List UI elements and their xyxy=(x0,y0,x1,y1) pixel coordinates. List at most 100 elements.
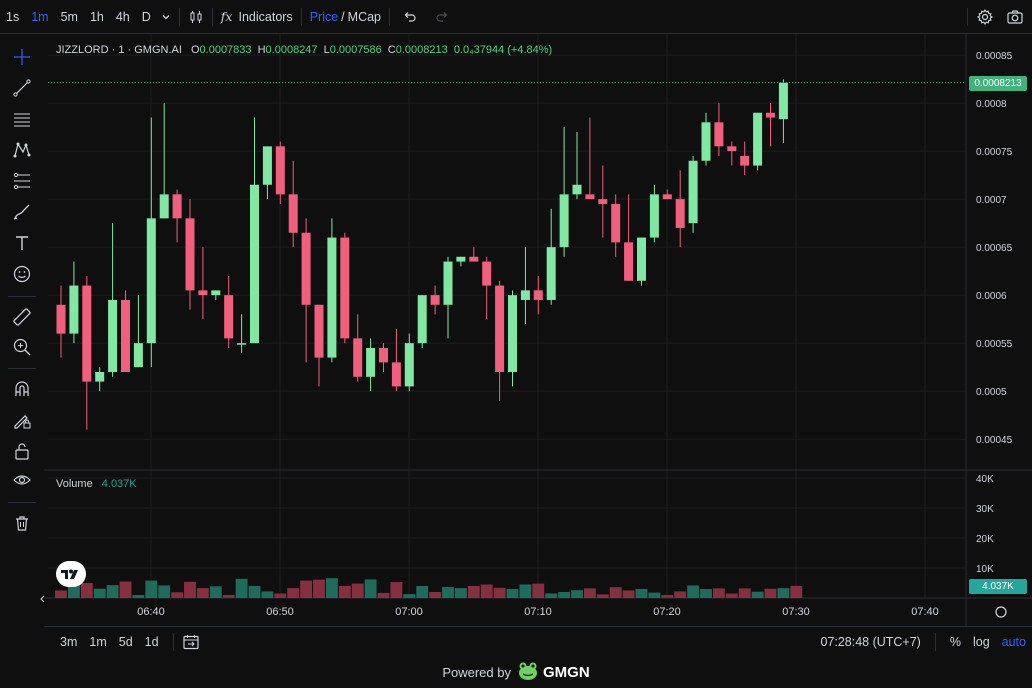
volume-bar xyxy=(325,578,338,598)
x-tick-label: 07:40 xyxy=(911,606,939,618)
volume-bar xyxy=(687,585,700,598)
candle-body xyxy=(262,146,272,185)
range-1d[interactable]: 1d xyxy=(139,635,165,649)
candle-body xyxy=(69,285,79,334)
candle-body xyxy=(675,199,685,228)
chart-canvas[interactable]: 06:40 06:50 07:00 07:10 07:20 07:30 07:40 0.000… xyxy=(0,0,1032,626)
auto-toggle[interactable]: auto xyxy=(996,635,1032,649)
volume-bar xyxy=(738,588,751,598)
candle-body xyxy=(95,371,105,382)
volume-bar xyxy=(519,584,532,598)
volume-bar xyxy=(661,595,674,598)
candle-body xyxy=(456,256,466,262)
open-value: 0.0007833 xyxy=(199,44,252,56)
volume-bar xyxy=(416,586,429,598)
volume-tick-label: 30K xyxy=(976,504,994,515)
x-tick-label: 06:50 xyxy=(266,606,294,618)
candle-body xyxy=(662,194,672,200)
divider xyxy=(934,633,936,651)
candle-body xyxy=(185,218,195,291)
candle-body xyxy=(624,242,634,281)
range-5d[interactable]: 5d xyxy=(113,635,139,649)
powered-by-label: Powered by xyxy=(442,665,511,680)
volume-bar xyxy=(609,587,622,598)
bottom-toolbar: 3m 1m 5d 1d 07:28:48 (UTC+7) % log auto xyxy=(44,626,1032,657)
volume-bar xyxy=(313,579,325,598)
volume-bar xyxy=(506,589,519,598)
volume-bar xyxy=(454,588,467,598)
candle-body xyxy=(546,247,556,300)
candle-body xyxy=(714,122,724,147)
candle-body xyxy=(198,290,208,296)
range-1m[interactable]: 1m xyxy=(83,635,112,649)
volume-bar xyxy=(171,592,184,598)
clock-time[interactable]: 07:28:48 (UTC+7) xyxy=(820,635,920,649)
candle-body xyxy=(508,295,517,372)
volume-bar xyxy=(351,583,364,598)
volume-bar xyxy=(403,594,416,598)
volume-tick-label: 40K xyxy=(976,474,994,485)
volume-bar xyxy=(558,592,571,598)
goto-date-icon[interactable] xyxy=(182,633,200,651)
x-tick-label: 07:30 xyxy=(782,606,810,618)
last-price-tag: 0.0008213 xyxy=(969,76,1027,91)
volume-bar xyxy=(248,586,261,598)
volume-bar xyxy=(712,588,725,598)
candle-body xyxy=(430,295,440,305)
candle-body xyxy=(572,184,582,195)
volume-label: Volume xyxy=(56,478,93,490)
y-tick-label: 0.0006 xyxy=(976,291,1007,302)
volume-bar xyxy=(442,586,454,598)
volume-bar xyxy=(196,588,209,598)
volume-bar xyxy=(222,595,235,598)
volume-tick-label: 10K xyxy=(976,564,994,575)
candle-body xyxy=(301,232,311,305)
candle-body xyxy=(701,122,711,161)
volume-bar xyxy=(777,588,790,598)
volume-bar xyxy=(235,578,248,598)
log-toggle[interactable]: log xyxy=(967,635,996,649)
x-tick-label: 07:10 xyxy=(524,606,552,618)
volume-bar xyxy=(300,580,313,598)
candle-body xyxy=(353,338,363,377)
x-tick-label: 07:20 xyxy=(653,606,681,618)
volume-bar xyxy=(674,591,687,598)
close-label: C xyxy=(387,44,396,56)
range-3m[interactable]: 3m xyxy=(54,635,83,649)
scroll-left-icon xyxy=(40,595,45,603)
candle-body xyxy=(688,160,698,224)
high-label: H xyxy=(257,44,266,56)
candle-body xyxy=(82,285,92,382)
volume-tick-label: 20K xyxy=(976,534,994,545)
candle-body xyxy=(495,285,505,372)
candle-body xyxy=(727,146,737,152)
candle-body xyxy=(379,347,388,363)
volume-bar xyxy=(184,581,196,598)
volume-bar xyxy=(467,586,480,598)
volume-bar xyxy=(80,583,93,598)
candle-body xyxy=(172,194,182,219)
volume-bar xyxy=(493,587,506,598)
y-tick-label: 0.00045 xyxy=(976,435,1013,446)
candle-body xyxy=(327,237,337,358)
y-tick-label: 0.0007 xyxy=(976,195,1007,206)
candle-body xyxy=(740,155,750,166)
volume-bar xyxy=(145,580,158,598)
volume-bar xyxy=(635,589,648,598)
candle-body xyxy=(753,112,763,166)
change-value: 0.0₄37944 (+4.84%) xyxy=(453,44,553,56)
volume-bar xyxy=(545,593,558,598)
gmgn-frog-icon xyxy=(517,661,539,684)
candle-body xyxy=(237,343,247,345)
candle-body xyxy=(288,194,298,233)
candle-body xyxy=(404,343,414,387)
divider xyxy=(172,633,174,651)
volume-bar xyxy=(583,588,596,598)
candle-body xyxy=(585,194,595,200)
candle-body xyxy=(108,299,118,372)
y-tick-label: 0.0005 xyxy=(976,387,1007,398)
candle-body xyxy=(611,203,621,243)
volume-bar xyxy=(480,584,493,598)
candle-body xyxy=(275,146,285,195)
percent-toggle[interactable]: % xyxy=(944,635,967,649)
